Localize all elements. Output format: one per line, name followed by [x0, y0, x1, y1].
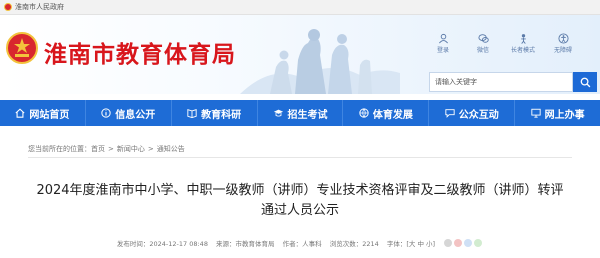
search-icon	[580, 77, 590, 87]
graduation-cap-icon	[273, 109, 283, 117]
view-count: 浏览次数：2214	[329, 240, 379, 248]
search-input[interactable]: 请输入关键字	[429, 72, 573, 92]
main-nav: 网站首页 信息公开 教育科研 招生考试 体育发展 公众互动 网上办事	[0, 100, 600, 126]
elder-mode-label: 长者模式	[510, 47, 535, 54]
article-author: 作者：人事科	[282, 240, 322, 248]
quick-links: 登录 微信 长者模式 无障碍	[428, 33, 578, 54]
bg-color-option[interactable]	[444, 239, 453, 247]
government-link[interactable]: 淮南市人民政府	[15, 2, 64, 12]
breadcrumb-notices[interactable]: 通知公告	[157, 144, 185, 154]
accessibility-label: 无障碍	[553, 47, 572, 54]
login-label: 登录	[436, 47, 449, 54]
article-meta: 发布时间：2024-12-17 08:48 来源：市教育体育局 作者：人事科 浏…	[0, 238, 600, 249]
bg-color-option[interactable]	[454, 239, 463, 247]
wechat-link[interactable]: 微信	[468, 33, 498, 54]
font-size-switcher: 字体：[大 中 小]	[386, 240, 438, 248]
login-link[interactable]: 登录	[428, 33, 458, 54]
breadcrumb-prefix: 您当前所在的位置：	[28, 145, 91, 153]
nav-item-home[interactable]: 网站首页	[0, 100, 86, 126]
bg-color-option[interactable]	[474, 239, 483, 247]
search-button[interactable]	[573, 72, 597, 92]
nav-item-admissions[interactable]: 招生考试	[258, 100, 344, 126]
home-icon	[15, 108, 25, 118]
user-icon	[438, 33, 448, 44]
article-source: 来源：市教育体育局	[216, 240, 275, 248]
accessibility-link[interactable]: 无障碍	[548, 33, 578, 54]
nav-label: 网站首页	[29, 109, 70, 121]
national-emblem-icon	[6, 32, 38, 64]
site-title[interactable]: 淮南市教育体育局	[44, 35, 236, 69]
accessibility-icon	[557, 33, 569, 44]
breadcrumb: 您当前所在的位置： 首页 > 新闻中心 > 通知公告	[28, 144, 185, 154]
wechat-label: 微信	[476, 47, 489, 54]
computer-icon	[530, 108, 541, 118]
background-color-switcher	[443, 239, 483, 249]
wechat-icon	[477, 34, 489, 43]
font-size-label: 字体：	[386, 240, 407, 248]
search-box: 请输入关键字	[429, 72, 597, 92]
nav-label: 招生考试	[287, 109, 328, 121]
bg-color-option[interactable]	[464, 239, 473, 247]
article-title: 2024年度淮南市中小学、中职一级教师（讲师）专业技术资格评审及二级教师（讲师）…	[36, 183, 564, 218]
emblem-small-icon	[4, 3, 12, 11]
book-icon	[187, 109, 197, 118]
nav-item-info[interactable]: 信息公开	[86, 100, 172, 126]
font-size-small[interactable]: 小	[426, 240, 433, 248]
nav-label: 教育科研	[201, 109, 242, 121]
nav-item-online-services[interactable]: 网上办事	[515, 100, 600, 126]
nav-item-interaction[interactable]: 公众互动	[429, 100, 516, 126]
breadcrumb-separator: >	[108, 145, 114, 153]
nav-item-research[interactable]: 教育科研	[172, 100, 258, 126]
elder-mode-link[interactable]: 长者模式	[508, 33, 538, 54]
info-icon	[101, 108, 111, 118]
breadcrumb-news[interactable]: 新闻中心	[117, 144, 145, 154]
breadcrumb-divider	[28, 157, 572, 158]
breadcrumb-separator: >	[147, 145, 154, 153]
top-bar: 淮南市人民政府	[0, 0, 600, 15]
nav-label: 公众互动	[458, 109, 499, 121]
font-size-medium[interactable]: 中	[417, 240, 424, 248]
breadcrumb-home[interactable]: 首页	[91, 144, 105, 154]
publish-time: 发布时间：2024-12-17 08:48	[116, 240, 208, 248]
sport-icon	[359, 108, 369, 118]
site-header: 淮南市教育体育局 登录 微信 长者模式 无障碍 请输入关键字	[0, 15, 600, 94]
font-size-large[interactable]: 大	[409, 240, 416, 248]
elder-mode-icon	[520, 34, 526, 44]
header-statue-art	[240, 29, 400, 94]
nav-item-sports[interactable]: 体育发展	[343, 100, 430, 126]
chat-icon	[445, 109, 455, 118]
nav-label: 信息公开	[115, 109, 156, 121]
nav-label: 体育发展	[372, 109, 413, 121]
nav-label: 网上办事	[544, 109, 585, 121]
